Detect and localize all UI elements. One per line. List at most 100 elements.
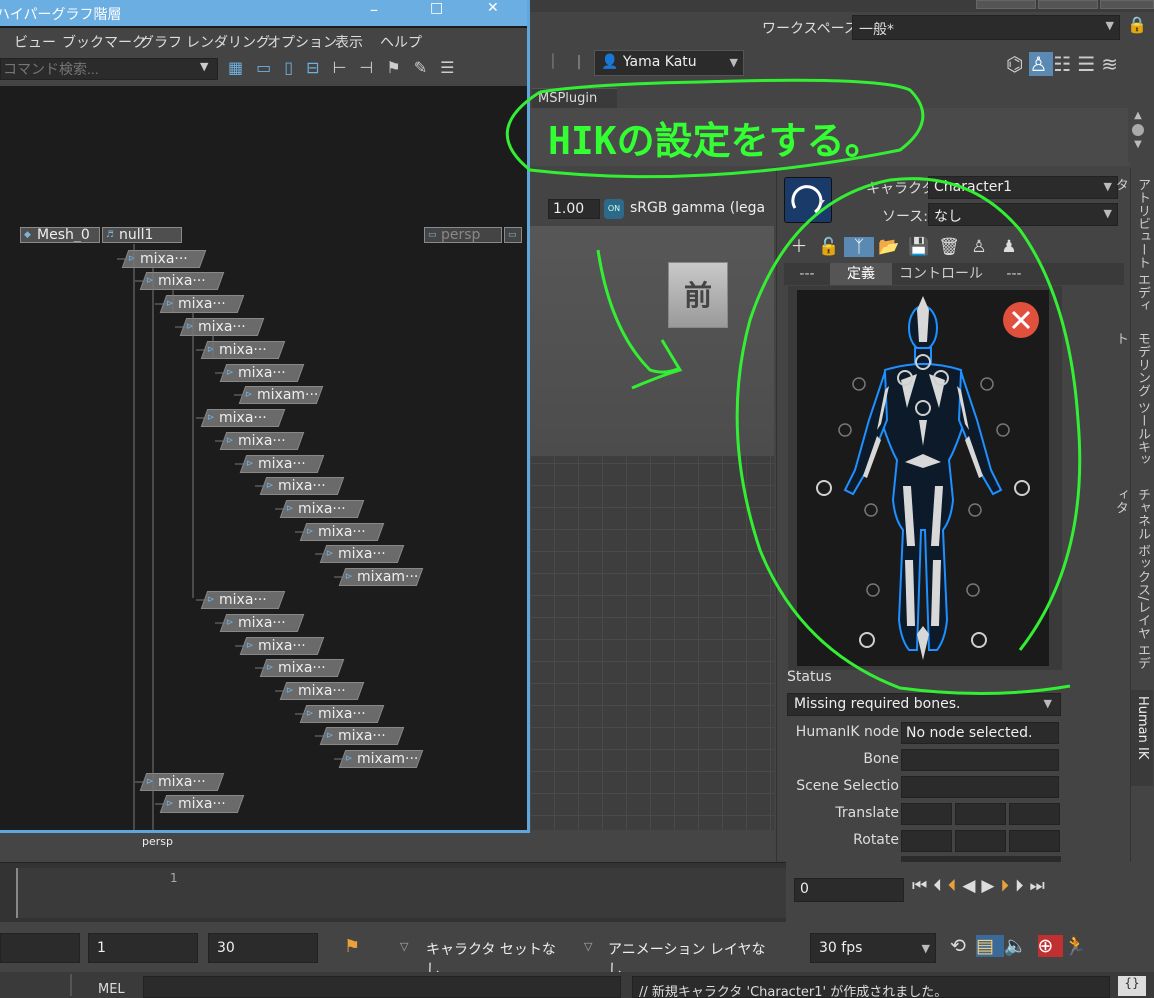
step-back-icon: ⏴ xyxy=(933,876,948,896)
scene-selection-field[interactable] xyxy=(901,776,1059,798)
chevron-down-icon: ▼ xyxy=(1105,19,1114,32)
bone-field[interactable] xyxy=(901,749,1059,771)
script-editor-icon[interactable]: {} xyxy=(1118,976,1146,996)
bone-label: Bone xyxy=(863,751,899,767)
range-tool-icons[interactable]: ⟲▤🔈⊕🏃 xyxy=(950,934,1154,962)
shelf-menu-icon[interactable] xyxy=(1132,124,1144,136)
source-value: なし xyxy=(934,209,962,225)
anim-start-field[interactable] xyxy=(0,933,80,963)
chevron-down-icon: ▼ xyxy=(921,942,930,955)
top-strip xyxy=(530,0,1154,12)
camera-label: persp xyxy=(142,835,173,848)
chevron-down-icon: ▼ xyxy=(729,56,738,69)
range-end-field[interactable]: 30 xyxy=(208,933,318,963)
play-back-icon: ◀ xyxy=(962,876,982,896)
lock-icon[interactable]: 🔒 xyxy=(1127,15,1147,34)
translate-z-field[interactable] xyxy=(1009,803,1060,825)
annotation-text: HIKの設定をする。 xyxy=(548,119,883,163)
character-icon[interactable]: ♙ xyxy=(964,237,994,257)
color-space-label[interactable]: sRGB gamma (lega xyxy=(630,200,772,216)
top-tab[interactable] xyxy=(1100,0,1154,9)
human-ik-toolbar: ＋ 🔓 ᛉ 📂 💾 🗑 ♙ ♟ xyxy=(784,232,1124,260)
tab-attribute-editor[interactable]: アトリビュート エディタ xyxy=(1113,172,1153,322)
top-tab[interactable] xyxy=(1038,0,1098,9)
playback-buttons[interactable]: ⏮⏴⏴◀▶⏵⏵⏭ xyxy=(912,876,1152,900)
rotate-z-field[interactable] xyxy=(1009,830,1060,852)
save-icon[interactable]: 💾 xyxy=(904,237,934,257)
delete-icon[interactable]: 🗑 xyxy=(934,237,964,257)
chevron-down-icon: ▼ xyxy=(1043,697,1052,710)
mel-label[interactable]: MEL xyxy=(98,982,125,997)
chevron-down-icon: ▽ xyxy=(584,940,593,953)
user-name: Yama Katu xyxy=(622,54,697,70)
fps-select[interactable]: 30 fps ▼ xyxy=(810,933,936,963)
folder-icon[interactable]: 📂 xyxy=(874,237,904,257)
rotate-y-field[interactable] xyxy=(955,830,1006,852)
panel-layout-icons[interactable]: ⌬♙☷☰≋ xyxy=(1006,52,1148,80)
range-start-field[interactable]: 1 xyxy=(88,933,198,963)
source-label: ソース: xyxy=(882,209,929,225)
exposure-field[interactable]: 1.00 xyxy=(548,199,600,219)
shelf-scroller[interactable]: ▲ ▼ xyxy=(1128,108,1148,162)
character-mirror-icon[interactable]: ♟ xyxy=(994,237,1024,257)
close-icon xyxy=(1003,302,1039,338)
user-account-button[interactable]: 👤 Yama Katu ▼ xyxy=(594,50,744,76)
source-select[interactable]: なし ▼ xyxy=(928,203,1118,226)
current-frame-field[interactable]: 0 xyxy=(794,878,904,902)
status-label: Status xyxy=(787,669,832,685)
add-icon[interactable]: ＋ xyxy=(784,232,814,257)
workspace-value: 一般* xyxy=(859,22,894,38)
quick-rig-icon: ⊕ xyxy=(1037,935,1064,957)
rotate-label: Rotate xyxy=(853,832,899,848)
human-ik-tabs: --- 定義 コントロール --- xyxy=(784,263,1124,285)
command-input[interactable] xyxy=(143,976,621,998)
down-arrow-icon[interactable]: ▼ xyxy=(1128,139,1148,150)
hypergraph-tree[interactable] xyxy=(0,0,527,830)
top-tab[interactable] xyxy=(976,0,1036,9)
channel-icon: ☰ xyxy=(1077,52,1102,76)
workspace-label: ワークスペース: xyxy=(762,21,863,37)
time-slider-track[interactable] xyxy=(16,868,786,918)
status-value: Missing required bones. xyxy=(794,696,961,712)
tab-human-ik[interactable]: Human IK xyxy=(1131,690,1153,786)
chevron-down-icon: ▼ xyxy=(1103,207,1112,220)
character-select[interactable]: Character1 ▼ xyxy=(928,176,1118,199)
view-cube[interactable]: 前 xyxy=(668,262,728,328)
separator-icon: | xyxy=(576,54,582,70)
cache-icon: ▤ xyxy=(975,935,1004,957)
color-management-icon[interactable]: ON xyxy=(604,199,624,219)
tab-left[interactable]: --- xyxy=(784,263,830,285)
humanik-node-label: HumanIK node xyxy=(795,724,899,740)
tab-definition[interactable]: 定義 xyxy=(830,263,892,285)
translate-y-field[interactable] xyxy=(955,803,1006,825)
tab-channel-box[interactable]: チャネル ボックス/レイヤ エディタ xyxy=(1113,482,1153,678)
rotate-x-field[interactable] xyxy=(901,830,952,852)
prev-key-icon: ⏴ xyxy=(947,876,963,896)
separator-icon: ⏐ xyxy=(549,54,557,70)
workspace-select[interactable]: 一般* ▼ xyxy=(852,15,1120,40)
human-ik-logo-icon[interactable] xyxy=(784,177,832,223)
character-figure[interactable] xyxy=(797,290,1049,666)
shelf-tab[interactable]: MSPlugin xyxy=(532,88,617,108)
body-silhouette xyxy=(843,305,1003,651)
loop-icon: ⟲ xyxy=(950,935,976,957)
tab-controls[interactable]: コントロール xyxy=(892,263,990,285)
status-field[interactable]: Missing required bones. ▼ xyxy=(787,693,1061,716)
divider xyxy=(70,974,72,996)
tab-modeling-toolkit[interactable]: モデリング ツールキット xyxy=(1113,326,1153,476)
skeleton-icon[interactable]: ᛉ xyxy=(844,237,874,257)
step-forward-icon: ⏵ xyxy=(1014,876,1030,896)
unlock-icon[interactable]: 🔓 xyxy=(814,237,844,257)
viewport-grid xyxy=(530,456,774,860)
character-set-select[interactable]: キャラクタ セットなし xyxy=(418,933,570,978)
auto-key-icon[interactable]: ⚑ xyxy=(344,936,360,957)
up-arrow-icon[interactable]: ▲ xyxy=(1128,110,1148,121)
anim-layer-select[interactable]: アニメーション レイヤなし xyxy=(600,933,780,978)
layers-icon: ≋ xyxy=(1101,52,1125,76)
translate-x-field[interactable] xyxy=(901,803,952,825)
human-ik-icon: ♙ xyxy=(1029,52,1054,76)
go-to-start-icon: ⏮ xyxy=(912,876,934,896)
tab-right[interactable]: --- xyxy=(990,263,1038,285)
viewport-bottom xyxy=(0,830,774,860)
humanik-node-field[interactable]: No node selected. xyxy=(901,722,1059,744)
